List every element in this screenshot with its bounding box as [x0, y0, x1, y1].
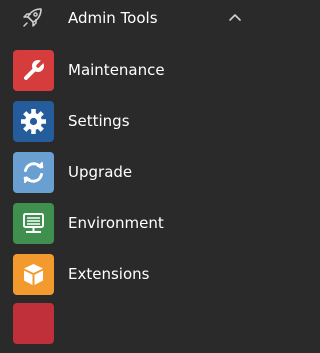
- partial-tile: [13, 303, 54, 344]
- server-icon: [23, 213, 44, 233]
- chevron-up-icon[interactable]: [228, 12, 242, 22]
- refresh-icon: [23, 161, 44, 184]
- gear-icon: [21, 109, 46, 134]
- cube-icon: [24, 264, 43, 285]
- menu-item-extensions[interactable]: Extensions: [0, 254, 261, 304]
- menu-item-label: Upgrade: [68, 163, 133, 181]
- maintenance-tile: [13, 50, 54, 91]
- extensions-tile: [13, 254, 54, 295]
- menu-item-label: Environment: [68, 214, 164, 232]
- menu-item-environment[interactable]: Environment: [0, 203, 261, 253]
- menu-item-settings[interactable]: Settings: [0, 101, 261, 151]
- rocket-icon: [23, 8, 42, 27]
- admin-tools-header[interactable]: Admin Tools: [0, 0, 261, 40]
- section-title: Admin Tools: [68, 9, 158, 27]
- menu-item-partial[interactable]: [0, 303, 261, 353]
- menu-item-label: Maintenance: [68, 61, 165, 79]
- menu-item-label: Settings: [68, 112, 130, 130]
- wrench-icon: [24, 58, 46, 80]
- menu-item-maintenance[interactable]: Maintenance: [0, 50, 261, 100]
- menu-item-upgrade[interactable]: Upgrade: [0, 152, 261, 202]
- settings-tile: [13, 101, 54, 142]
- menu-item-label: Extensions: [68, 265, 150, 283]
- environment-tile: [13, 203, 54, 244]
- upgrade-tile: [13, 152, 54, 193]
